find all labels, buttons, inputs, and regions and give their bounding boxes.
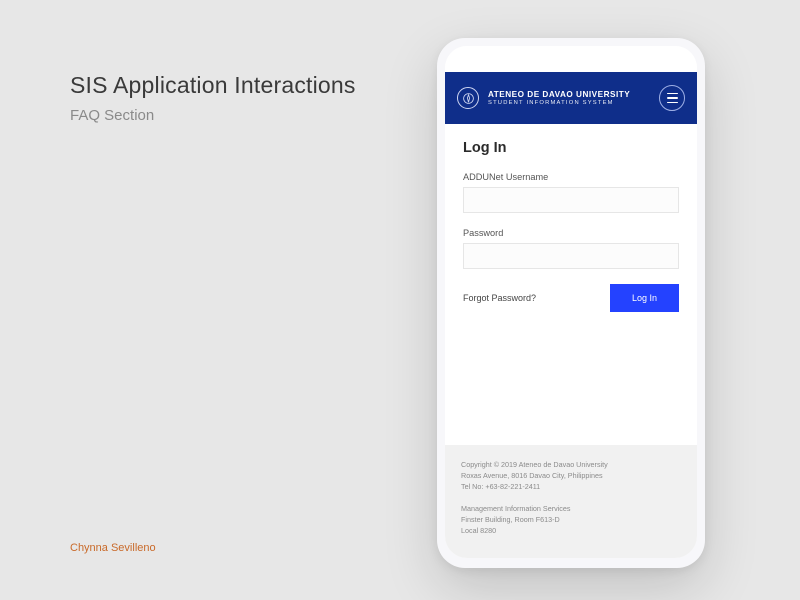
footer-org-block: Copyright © 2019 Ateneo de Davao Univers… [461,459,681,492]
login-card: Log In ADDUNet Username Password Forgot … [445,124,697,322]
status-bar [445,46,697,72]
footer-copyright: Copyright © 2019 Ateneo de Davao Univers… [461,459,681,470]
author-credit: Chynna Sevilleno [70,542,156,554]
login-heading: Log In [463,140,679,156]
footer-local: Local 8280 [461,525,681,536]
footer-tel: Tel No: +63-82-221-2411 [461,481,681,492]
university-seal-icon [457,87,479,109]
menu-button[interactable] [659,85,685,111]
app-header: ATENEO DE DAVAO UNIVERSITY STUDENT INFOR… [445,72,697,124]
brand-text: ATENEO DE DAVAO UNIVERSITY STUDENT INFOR… [488,90,650,106]
footer-room: Finster Building, Room F613-D [461,514,681,525]
content-spacer [445,322,697,445]
footer-dept-block: Management Information Services Finster … [461,503,681,536]
login-button[interactable]: Log In [610,284,679,312]
username-field-group: ADDUNet Username [463,172,679,213]
presentation-subtitle: FAQ Section [70,107,356,124]
username-input[interactable] [463,187,679,213]
login-action-row: Forgot Password? Log In [463,284,679,312]
phone-screen: ATENEO DE DAVAO UNIVERSITY STUDENT INFOR… [445,46,697,558]
username-label: ADDUNet Username [463,172,679,182]
footer-address: Roxas Avenue, 8016 Davao City, Philippin… [461,470,681,481]
presentation-title: SIS Application Interactions [70,72,356,99]
forgot-password-link[interactable]: Forgot Password? [463,293,536,303]
brand-line-1: ATENEO DE DAVAO UNIVERSITY [488,90,650,99]
brand-line-2: STUDENT INFORMATION SYSTEM [488,100,650,106]
footer-dept: Management Information Services [461,503,681,514]
hamburger-icon [667,93,678,95]
app-footer: Copyright © 2019 Ateneo de Davao Univers… [445,445,697,558]
phone-mockup: ATENEO DE DAVAO UNIVERSITY STUDENT INFOR… [437,38,705,568]
password-input[interactable] [463,243,679,269]
presentation-title-block: SIS Application Interactions FAQ Section [70,72,356,124]
password-label: Password [463,228,679,238]
password-field-group: Password [463,228,679,269]
